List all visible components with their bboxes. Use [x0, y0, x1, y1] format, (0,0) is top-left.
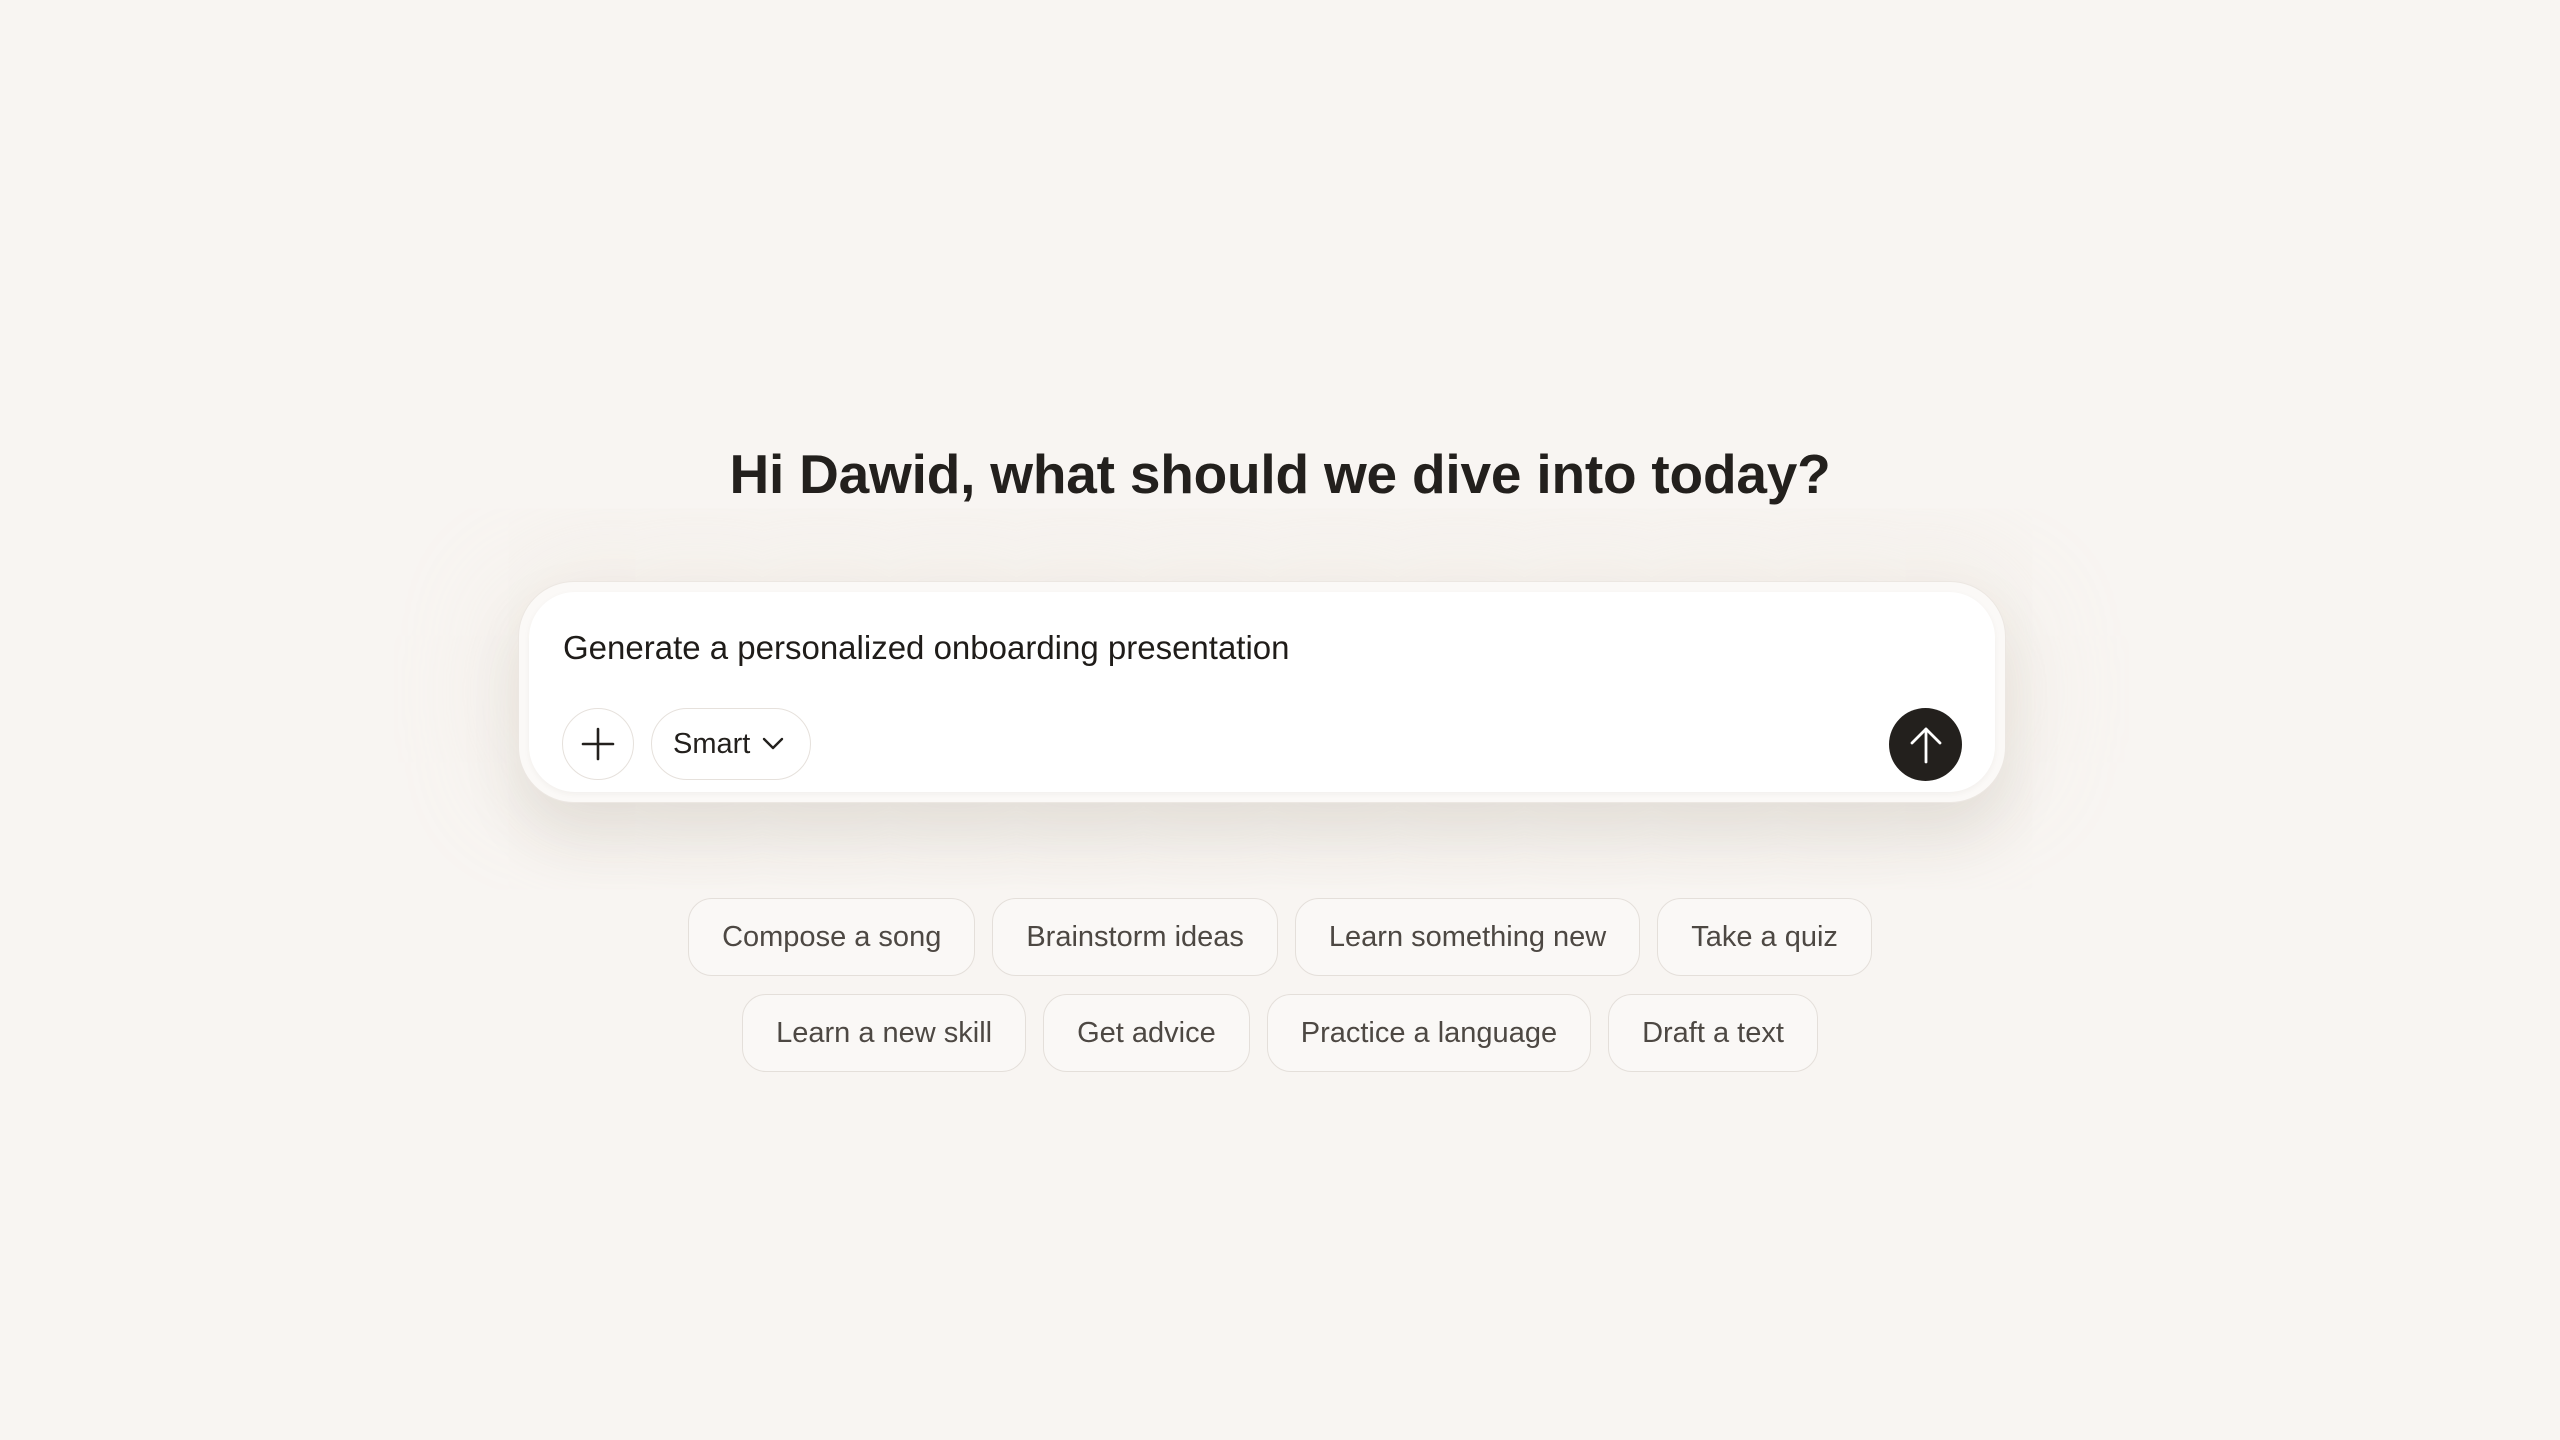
arrow-up-icon — [1910, 727, 1941, 763]
suggestion-chip-compose-song[interactable]: Compose a song — [688, 898, 976, 976]
model-select[interactable]: Smart — [651, 708, 811, 780]
greeting-heading: Hi Dawid, what should we dive into today… — [729, 443, 1831, 505]
suggestion-row-2: Learn a new skill Get advice Practice a … — [0, 994, 2560, 1072]
suggestion-chip-practice-language[interactable]: Practice a language — [1266, 994, 1592, 1072]
suggestion-chip-learn-new-skill[interactable]: Learn a new skill — [742, 994, 1027, 1072]
prompt-input[interactable] — [563, 620, 1863, 676]
suggestion-chip-draft-text[interactable]: Draft a text — [1608, 994, 1818, 1072]
suggestion-chip-get-advice[interactable]: Get advice — [1043, 994, 1250, 1072]
plus-icon — [581, 727, 615, 761]
home-page: Hi Dawid, what should we dive into today… — [0, 0, 2560, 1440]
suggestion-chip-take-quiz[interactable]: Take a quiz — [1657, 898, 1872, 976]
model-select-label: Smart — [673, 727, 751, 760]
composer-container: Smart — [518, 581, 2006, 803]
suggestion-row-1: Compose a song Brainstorm ideas Learn so… — [0, 898, 2560, 976]
composer-box: Smart — [529, 592, 1995, 792]
add-attachment-button[interactable] — [562, 708, 634, 780]
suggestion-chip-learn-something-new[interactable]: Learn something new — [1294, 898, 1641, 976]
send-button[interactable] — [1889, 708, 1962, 781]
chevron-down-icon — [763, 737, 784, 750]
suggestion-chip-brainstorm-ideas[interactable]: Brainstorm ideas — [992, 898, 1278, 976]
